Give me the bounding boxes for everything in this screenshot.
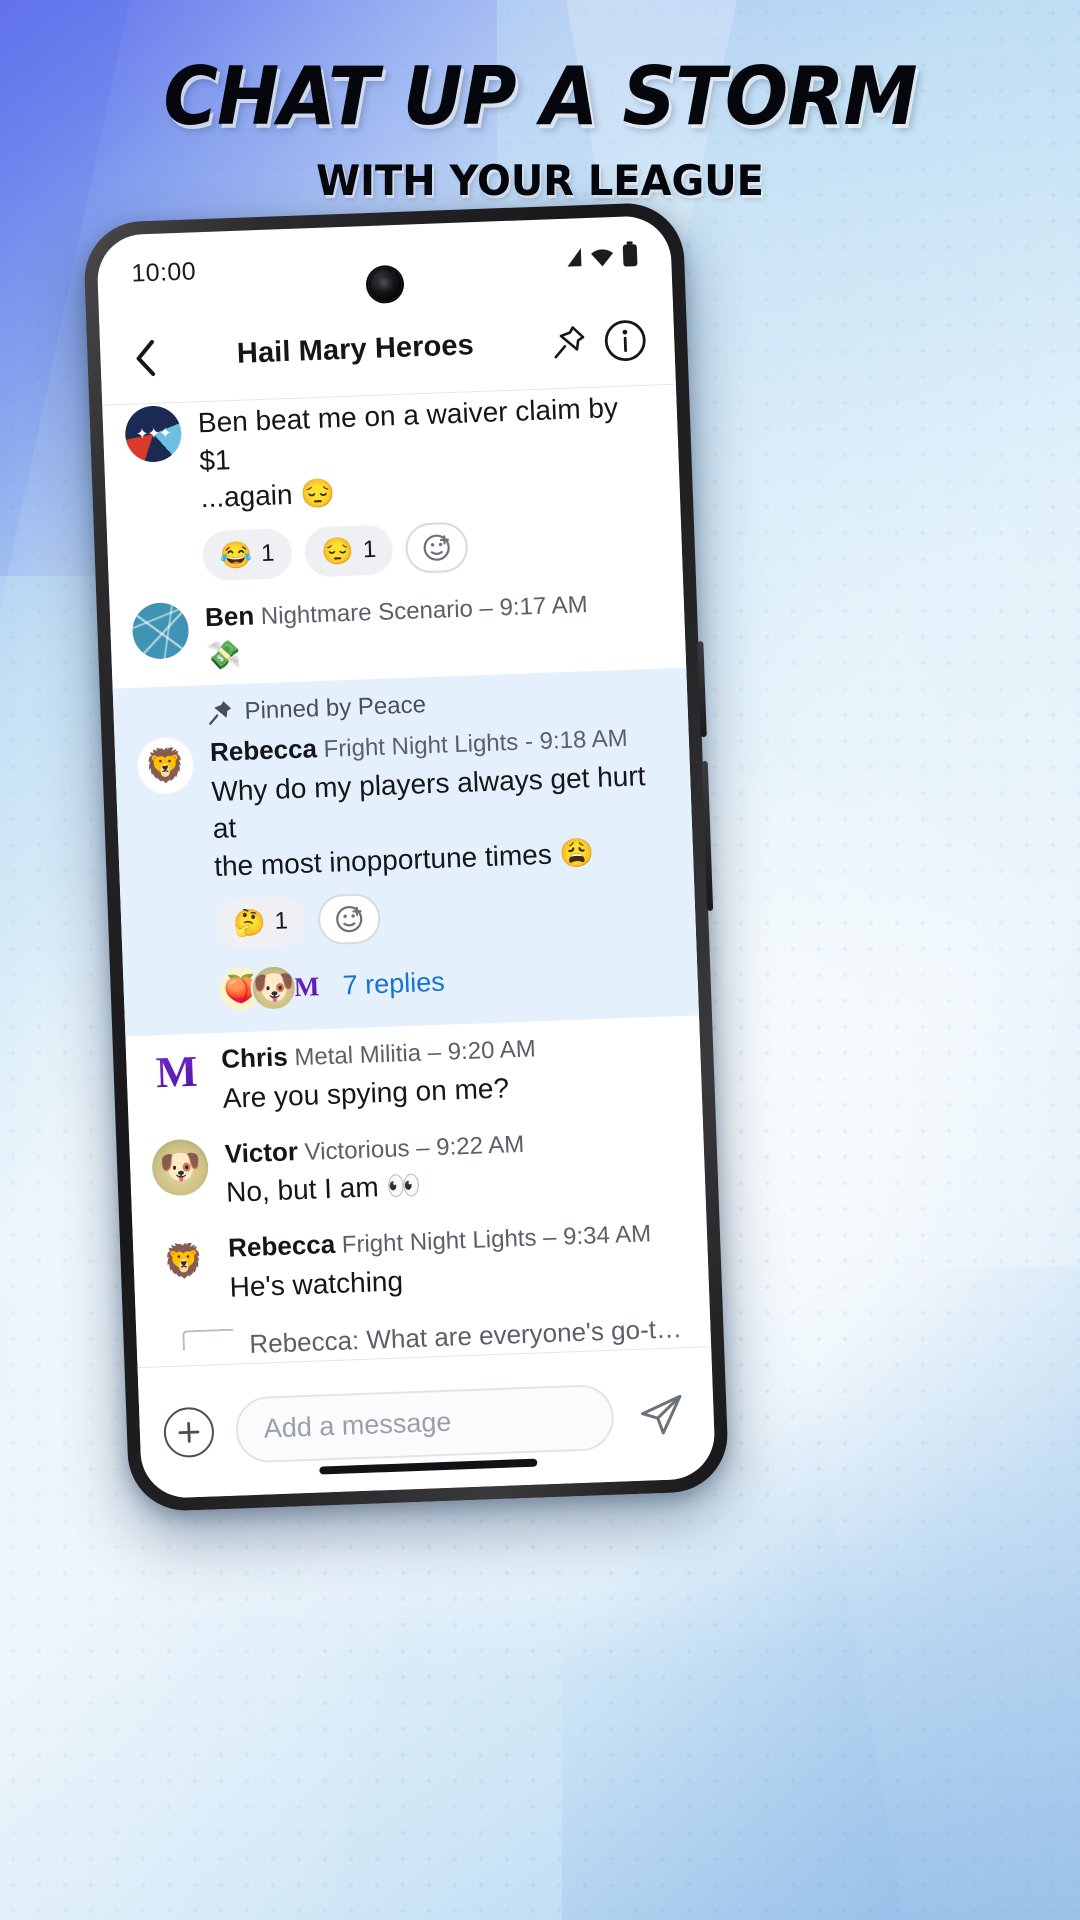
message-time: 9:18 AM [539,724,629,755]
message-list[interactable]: Ben beat me on a waiver claim by $1 ...a… [102,384,712,1368]
sender-team: Victorious [304,1134,411,1166]
pin-button[interactable] [545,318,593,366]
sender-team: Fright Night Lights [341,1224,537,1259]
replies-link[interactable]: 7 replies [342,966,445,1001]
status-time: 10:00 [130,256,197,288]
shards-avatar [131,601,190,660]
promo-headline: CHAT UP A STORM [163,50,917,143]
add-reaction-icon [335,906,363,933]
meta-separator: – [542,1223,557,1252]
message-input[interactable]: Add a message [234,1383,615,1464]
message-time: 9:34 AM [562,1220,652,1251]
plus-circle-icon [178,1421,200,1443]
meta-separator: – [479,594,494,622]
pin-icon [554,325,585,358]
add-reaction-button[interactable] [317,893,381,946]
signal-icon [566,248,582,267]
add-reaction-icon [424,534,451,561]
message-body: Victor Victorious – 9:22 AM No, but I am… [224,1121,679,1212]
message-time: 9:17 AM [499,590,589,621]
flag-avatar [124,404,183,463]
thread-elbow-icon [182,1328,234,1351]
pin-icon [209,700,232,725]
phone-mockup: 10:00 Hail Mary Heroes ✦✦✦ Ben beat me o… [47,174,765,1546]
pinned-by-label-row: Pinned by Peace [207,682,662,727]
send-icon [641,1394,682,1434]
sender-name: Rebecca [227,1228,336,1263]
add-attachment-button[interactable] [163,1405,215,1458]
dog-avatar [151,1137,210,1197]
info-circle-icon [604,319,646,361]
reaction-emoji: 😂 [219,538,253,571]
message-time: 9:20 AM [447,1035,537,1066]
reaction-bar: 🤔 1 [215,883,670,950]
message-body: Chris Metal Militia – 9:20 AM Are you sp… [221,1027,676,1118]
pinned-by-label: Pinned by Peace [244,691,427,725]
lion-avatar: 🦁 [154,1232,213,1291]
status-icons [566,244,638,269]
message-body: Rebecca Fright Night Lights – 9:34 AM He… [228,1215,683,1306]
sender-name: Chris [220,1041,289,1075]
pinned-message-item[interactable]: 🦁 Rebecca Fright Night Lights - 9:18 AM … [136,719,669,951]
message-composer: Add a message [137,1346,716,1500]
meta-separator: – [415,1133,431,1162]
reaction-count: 1 [274,907,289,936]
message-body: Rebecca Fright Night Lights - 9:18 AM Wh… [209,719,670,950]
send-button[interactable] [635,1388,689,1442]
reaction-chip[interactable]: 😂 1 [201,527,293,581]
m-avatar: M [148,1044,206,1102]
page-title: Hail Mary Heroes [236,329,475,370]
meta-separator: – [427,1039,442,1067]
front-camera-icon [367,266,403,302]
add-reaction-button[interactable] [405,521,470,574]
lion-avatar: 🦁 [136,736,195,795]
sender-name: Victor [224,1135,299,1169]
phone-body: 10:00 Hail Mary Heroes ✦✦✦ Ben beat me o… [82,201,730,1513]
wifi-icon [591,249,614,267]
meta-separator: - [524,728,534,756]
sender-name: Rebecca [209,733,318,767]
reaction-chip[interactable]: 😔 1 [303,523,395,578]
back-button[interactable] [122,334,170,382]
reaction-emoji: 🤔 [232,907,267,939]
message-body: Ben beat me on a waiver claim by $1 ...a… [197,388,656,581]
message-item[interactable]: Ben beat me on a waiver claim by $1 ...a… [102,385,683,594]
phone-screen: 10:00 Hail Mary Heroes ✦✦✦ Ben beat me o… [96,214,716,1500]
sender-name: Ben [204,599,255,632]
sender-team: Metal Militia [293,1039,422,1072]
reaction-chip[interactable]: 🤔 1 [215,895,306,950]
thread-replies-row[interactable]: 🍑 M 7 replies [216,951,672,1014]
message-body: Ben Nightmare Scenario – 9:17 AM 💸 [204,584,659,675]
reaction-count: 1 [362,535,377,563]
reaction-count: 1 [260,539,275,567]
sender-team: Fright Night Lights [323,728,519,763]
battery-icon [622,244,638,267]
sender-team: Nightmare Scenario [260,594,474,630]
reaction-bar: 😂 1 😔 1 [201,514,657,581]
reaction-emoji: 😔 [320,535,355,567]
pinned-message-block[interactable]: Pinned by Peace 🦁 Rebecca Fright Night L… [112,667,700,1037]
info-button[interactable] [601,316,649,364]
chevron-left-icon [136,339,156,376]
message-time: 9:22 AM [435,1130,525,1161]
